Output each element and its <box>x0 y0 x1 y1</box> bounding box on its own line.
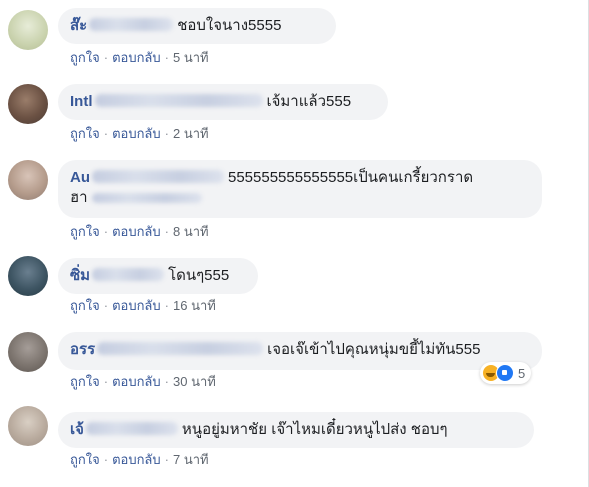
like-link[interactable]: ถูกใจ <box>70 50 100 65</box>
reply-link[interactable]: ตอบกลับ <box>112 126 161 141</box>
comment-text-line2: ฮา <box>70 189 88 206</box>
comment-actions: ถูกใจ · ตอบกลับ · 5 นาที <box>70 50 209 66</box>
separator: · <box>103 50 109 65</box>
comment-author[interactable]: Intl <box>70 93 93 110</box>
comment-timestamp[interactable]: 30 นาที <box>173 374 216 389</box>
like-icon <box>496 364 514 382</box>
comment-bubble: อรร เจอเจ๊เข้าไปคุณหนุ่มขยี้ไม่ทัน555 <box>58 332 542 370</box>
author-name-redacted <box>92 268 165 281</box>
comments-panel: { "colors": { "bubble_bg": "#f2f3f5", "a… <box>0 0 589 487</box>
comment-bubble: เจ้ หนูอยู่มหาชัย เจ๊าไหมเดี๋ยวหนูไปส่ง ช… <box>58 412 534 448</box>
text-redacted <box>91 193 202 203</box>
separator: · <box>164 374 169 389</box>
author-name-redacted <box>92 170 224 183</box>
like-link[interactable]: ถูกใจ <box>70 224 100 239</box>
reply-link[interactable]: ตอบกลับ <box>112 224 161 239</box>
comment-bubble: ซิ่ม โดนๆ555 <box>58 258 258 294</box>
comment-bubble: Au 555555555555555เป็นคนเกรี้ยวกราด ฮา <box>58 160 542 218</box>
comment-actions: ถูกใจ · ตอบกลับ · 2 นาที <box>70 126 209 142</box>
comment-actions: ถูกใจ · ตอบกลับ · 7 นาที <box>70 452 209 468</box>
like-link[interactable]: ถูกใจ <box>70 298 100 313</box>
reply-link[interactable]: ตอบกลับ <box>112 298 161 313</box>
avatar[interactable] <box>8 256 48 296</box>
comment-bubble: Intl เจ้มาแล้ว555 <box>58 84 388 120</box>
like-link[interactable]: ถูกใจ <box>70 126 100 141</box>
like-link[interactable]: ถูกใจ <box>70 452 100 467</box>
avatar[interactable] <box>8 160 48 200</box>
avatar[interactable] <box>8 10 48 50</box>
separator: · <box>103 452 109 467</box>
separator: · <box>103 374 109 389</box>
avatar[interactable] <box>8 332 48 372</box>
comment-actions: ถูกใจ · ตอบกลับ · 30 นาที <box>70 374 216 390</box>
comment-text-line1: 555555555555555เป็นคนเกรี้ยวกราด <box>228 169 474 186</box>
comment-text: เจอเจ๊เข้าไปคุณหนุ่มขยี้ไม่ทัน555 <box>267 341 481 358</box>
author-name-redacted <box>85 422 178 435</box>
separator: · <box>164 50 169 65</box>
reply-link[interactable]: ตอบกลับ <box>112 374 161 389</box>
comment-actions: ถูกใจ · ตอบกลับ · 8 นาที <box>70 224 209 240</box>
separator: · <box>164 126 169 141</box>
comment-text: หนูอยู่มหาชัย เจ๊าไหมเดี๋ยวหนูไปส่ง ชอบๆ <box>181 421 448 438</box>
comment-author[interactable]: ส๊ะ <box>70 17 87 34</box>
separator: · <box>103 224 109 239</box>
separator: · <box>164 298 169 313</box>
avatar[interactable] <box>8 406 48 446</box>
comment-author[interactable]: ซิ่ม <box>70 267 90 284</box>
reaction-count: 5 <box>518 365 526 381</box>
separator: · <box>103 126 109 141</box>
comment-timestamp[interactable]: 5 นาที <box>173 50 209 65</box>
comment-timestamp[interactable]: 2 นาที <box>173 126 209 141</box>
author-name-redacted <box>97 342 264 355</box>
comment-timestamp[interactable]: 7 นาที <box>173 452 209 467</box>
comment-author[interactable]: เจ้ <box>70 421 84 438</box>
comment-timestamp[interactable]: 8 นาที <box>173 224 209 239</box>
avatar[interactable] <box>8 84 48 124</box>
comment-author[interactable]: อรร <box>70 341 95 358</box>
separator: · <box>164 452 169 467</box>
separator: · <box>103 298 109 313</box>
comment-actions: ถูกใจ · ตอบกลับ · 16 นาที <box>70 298 216 314</box>
comment-timestamp[interactable]: 16 นาที <box>173 298 216 313</box>
comment-text: ชอบใจนาง5555 <box>177 17 282 34</box>
comment-bubble: ส๊ะ ชอบใจนาง5555 <box>58 8 336 44</box>
like-link[interactable]: ถูกใจ <box>70 374 100 389</box>
reply-link[interactable]: ตอบกลับ <box>112 452 161 467</box>
comment-author[interactable]: Au <box>70 169 90 186</box>
reaction-summary[interactable]: 5 <box>480 362 532 384</box>
comment-text: โดนๆ555 <box>168 267 230 284</box>
reply-link[interactable]: ตอบกลับ <box>112 50 161 65</box>
author-name-redacted <box>89 18 174 31</box>
author-name-redacted <box>94 94 263 107</box>
separator: · <box>164 224 169 239</box>
comment-text: เจ้มาแล้ว555 <box>266 93 352 110</box>
